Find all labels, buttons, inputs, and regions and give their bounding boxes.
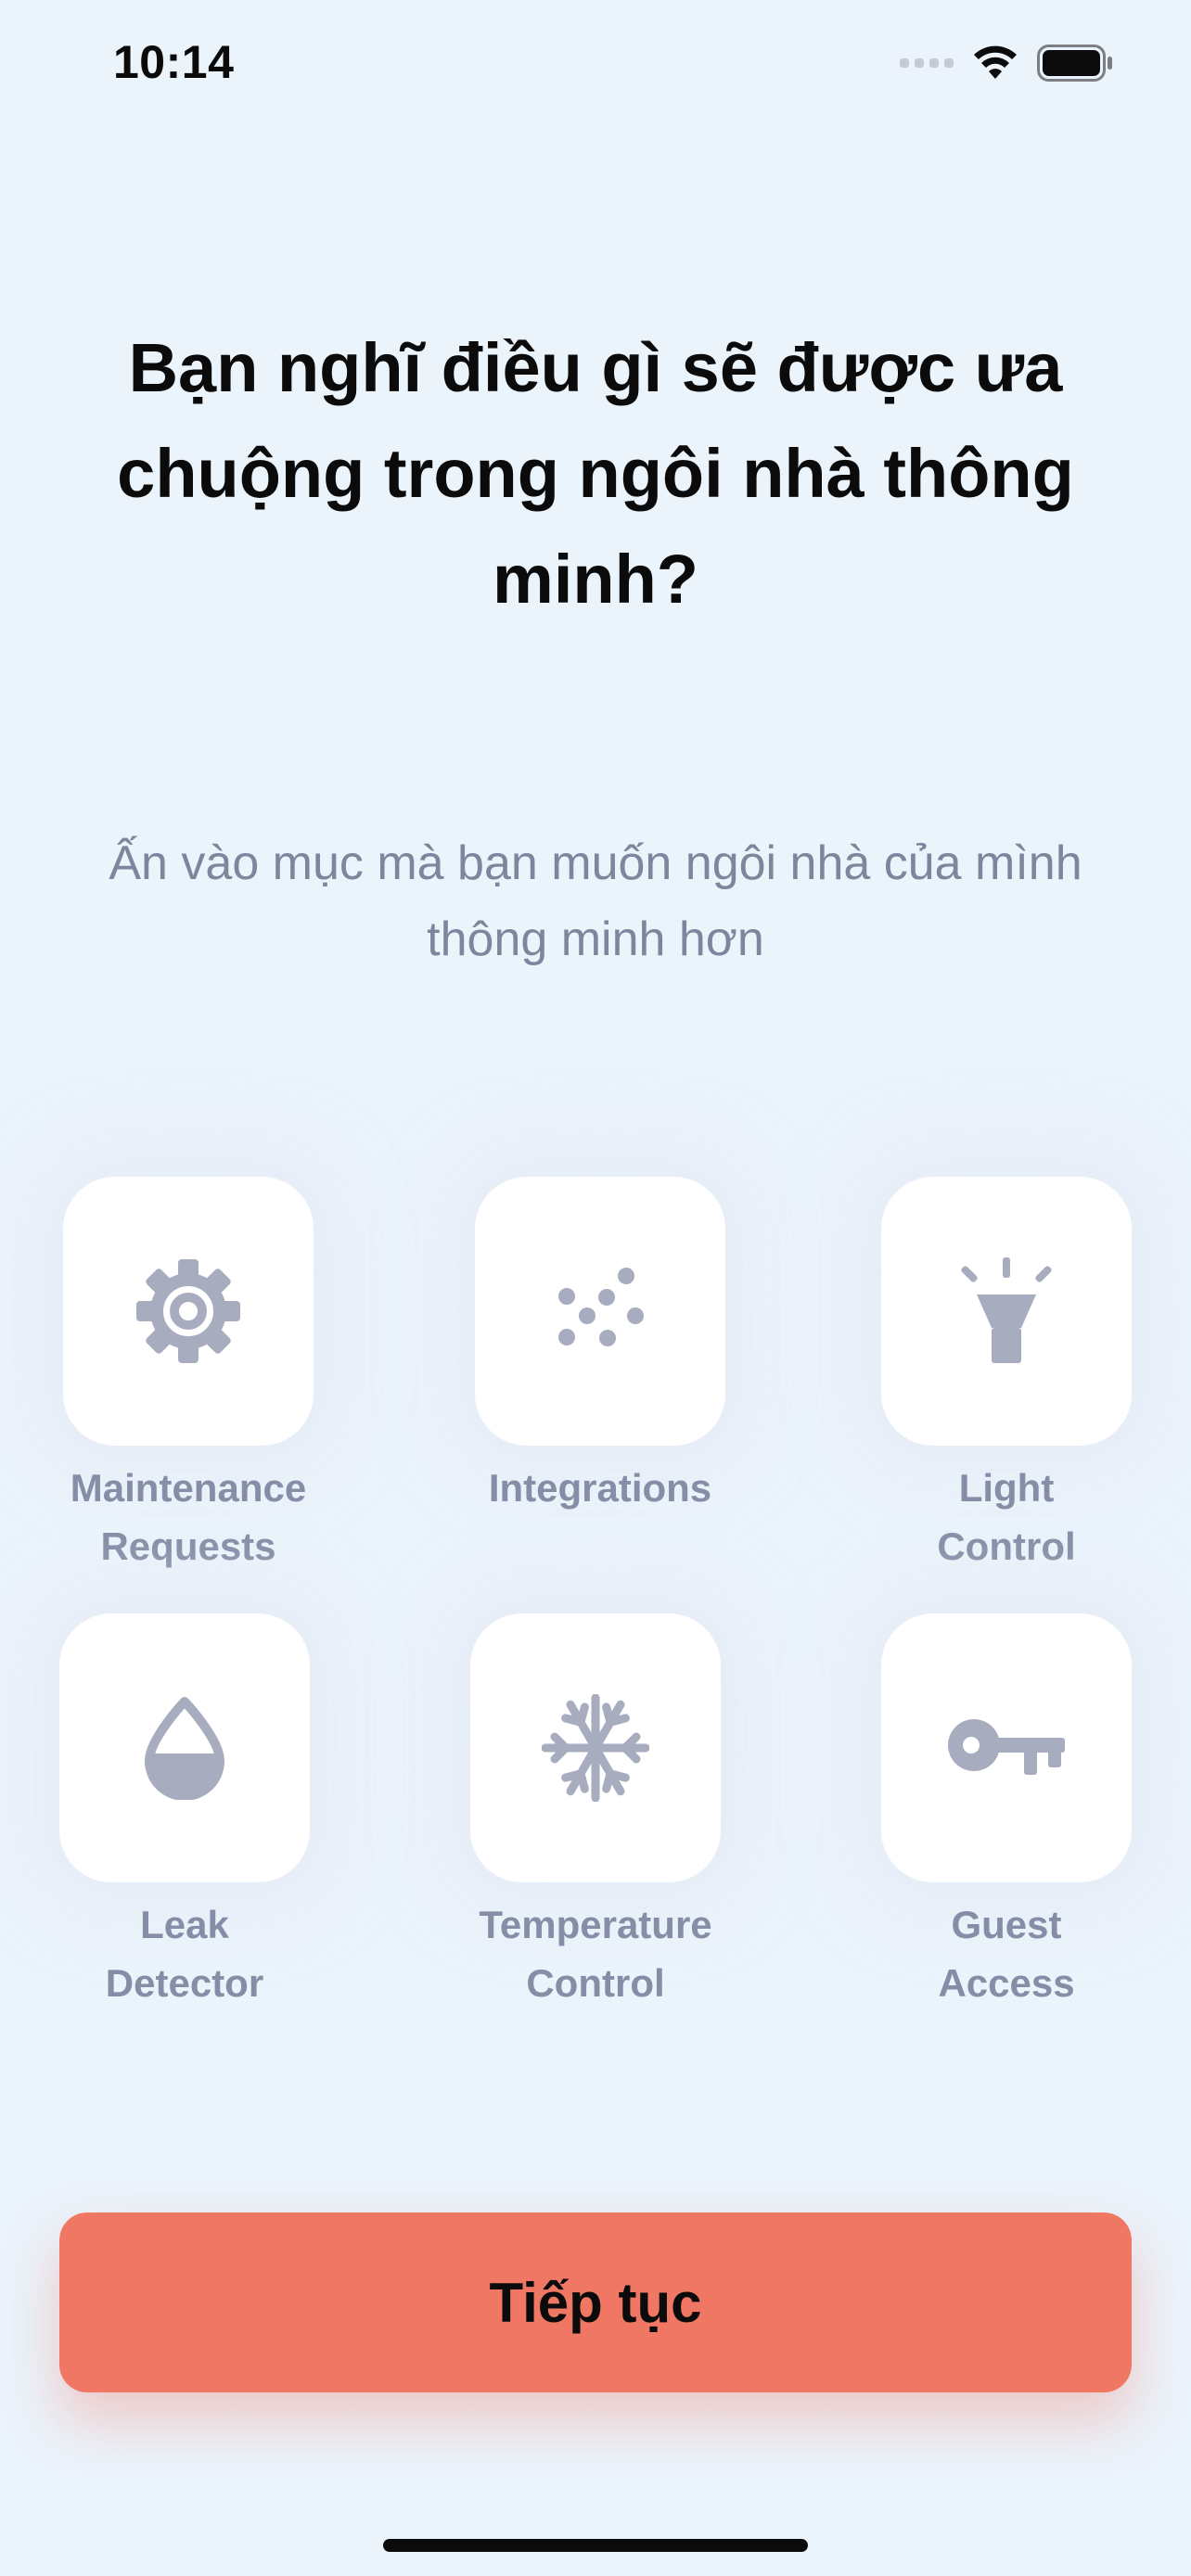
water-drop-icon [145, 1697, 224, 1800]
battery-icon [1037, 45, 1112, 82]
continue-button[interactable]: Tiếp tục [59, 2213, 1132, 2392]
feature-tile-light-control[interactable]: Light Control [881, 1177, 1132, 1575]
key-icon [948, 1719, 1065, 1775]
feature-tile-temperature-control[interactable]: Temperature Control [470, 1613, 721, 2012]
feature-tile-label: Temperature Control [479, 1903, 712, 2005]
status-time: 10:14 [113, 36, 235, 88]
home-indicator[interactable] [383, 2539, 808, 2552]
feature-tile-maintenance-requests[interactable]: Maintenance Requests [63, 1177, 314, 1575]
wifi-icon [974, 45, 1017, 79]
feature-tile-card[interactable] [59, 1613, 310, 1882]
feature-tile-leak-detector[interactable]: Leak Detector [59, 1613, 310, 2012]
status-bar: 10:14 [0, 0, 1191, 130]
feature-tile-card[interactable] [63, 1177, 314, 1446]
feature-tile-card[interactable] [470, 1613, 721, 1882]
feature-tile-label: Light Control [937, 1466, 1076, 1568]
gear-icon [136, 1259, 240, 1363]
feature-tile-label: Guest Access [938, 1903, 1075, 2005]
snowflake-icon [542, 1694, 649, 1802]
feature-tile-guest-access[interactable]: Guest Access [881, 1613, 1132, 2012]
feature-tile-label: Maintenance Requests [70, 1466, 307, 1568]
feature-tile-label: Leak Detector [105, 1903, 264, 2005]
flashlight-icon [961, 1257, 1052, 1363]
dots-cluster-icon [558, 1268, 644, 1346]
feature-tile-integrations[interactable]: Integrations [475, 1177, 725, 1517]
feature-tile-card[interactable] [475, 1177, 725, 1446]
cellular-signal-icon [900, 58, 954, 68]
feature-tile-label: Integrations [488, 1466, 712, 1510]
page-title: Bạn nghĩ điều gì sẽ được ưa chuộng trong… [117, 329, 1074, 618]
feature-tile-card[interactable] [881, 1177, 1132, 1446]
page-subtitle: Ấn vào mục mà bạn muốn ngôi nhà của mình… [109, 836, 1082, 966]
status-icons [900, 45, 1113, 82]
feature-tile-card[interactable] [881, 1613, 1132, 1882]
